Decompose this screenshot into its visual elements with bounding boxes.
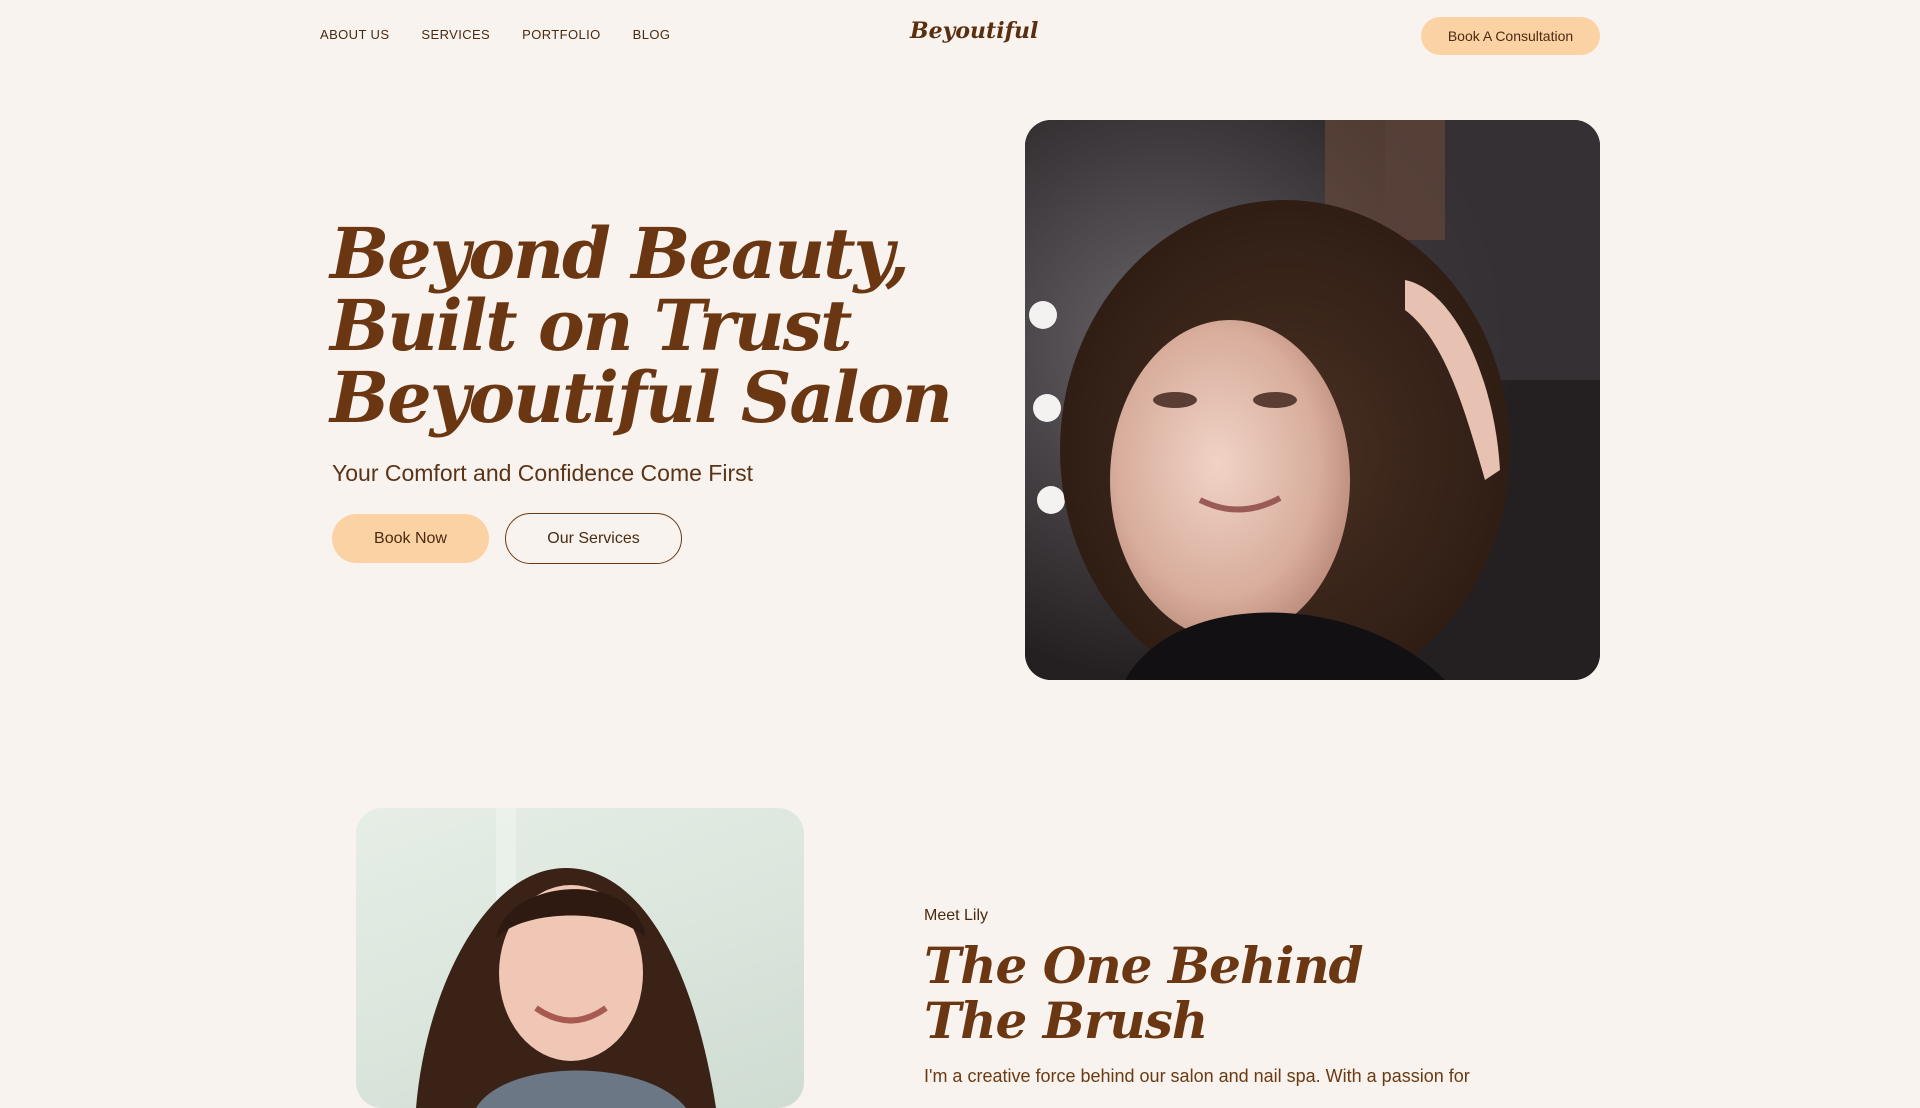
our-services-button[interactable]: Our Services <box>505 513 682 564</box>
hero-title: Beyond Beauty, Built on Trust Beyoutiful… <box>330 212 953 439</box>
meet-lily-title-line-2: The Brush <box>924 991 1208 1050</box>
top-nav: ABOUT US SERVICES PORTFOLIO BLOG Beyouti… <box>0 0 1920 72</box>
nav-link-about-us[interactable]: ABOUT US <box>320 27 389 42</box>
book-consultation-button[interactable]: Book A Consultation <box>1421 17 1600 55</box>
hero-client-photo <box>1025 120 1600 680</box>
nav-link-portfolio[interactable]: PORTFOLIO <box>522 27 600 42</box>
meet-lily-title: The One Behind The Brush <box>924 936 1364 1050</box>
nav-links: ABOUT US SERVICES PORTFOLIO BLOG <box>320 27 670 42</box>
meet-lily-title-line-1: The One Behind <box>924 936 1364 995</box>
hero-subtitle: Your Comfort and Confidence Come First <box>332 460 754 486</box>
hero-title-line-1: Beyond Beauty, <box>330 212 910 295</box>
meet-lily-eyebrow: Meet Lily <box>924 907 989 924</box>
brand-logo[interactable]: Beyoutiful <box>910 18 1038 44</box>
nav-link-blog[interactable]: BLOG <box>633 27 671 42</box>
hero-title-line-3: Beyoutiful Salon <box>330 356 953 439</box>
nav-link-services[interactable]: SERVICES <box>421 27 490 42</box>
hero-title-line-2: Built on Trust <box>330 284 852 367</box>
lily-portrait-photo <box>356 808 804 1108</box>
meet-lily-body-text: I'm a creative force behind our salon an… <box>924 1066 1470 1086</box>
book-now-button[interactable]: Book Now <box>332 514 489 563</box>
